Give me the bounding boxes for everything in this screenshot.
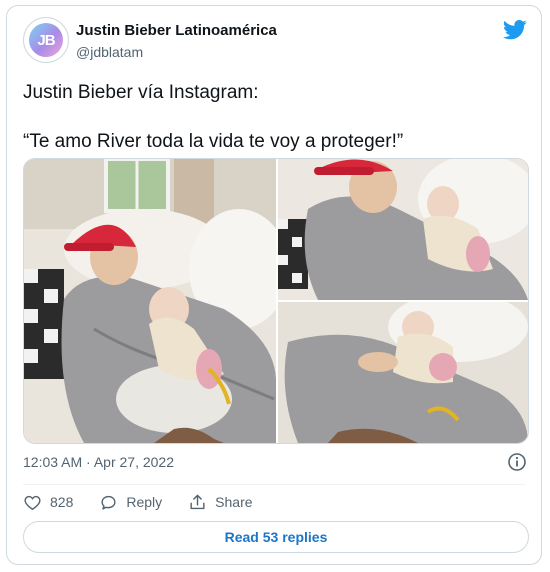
like-count: 828 [50, 494, 74, 510]
media-grid [23, 158, 529, 444]
avatar-logo: JB [29, 23, 63, 57]
info-icon[interactable] [507, 452, 527, 472]
reply-button[interactable]: Reply [99, 493, 162, 512]
avatar[interactable]: JB [23, 17, 69, 63]
tweet-timestamp[interactable]: 12:03 AM · Apr 27, 2022 [23, 454, 174, 470]
reply-label: Reply [126, 494, 163, 510]
author-handle[interactable]: @jdblatam [76, 44, 143, 60]
read-replies-button[interactable]: Read 53 replies [23, 521, 529, 553]
photo-main[interactable] [24, 159, 276, 443]
tweet-text-line-2: “Te amo River toda la vida te voy a prot… [23, 131, 404, 152]
divider [23, 484, 525, 485]
photo-bottom-right[interactable] [278, 302, 528, 443]
heart-icon [24, 495, 41, 510]
share-label: Share [215, 494, 253, 510]
reply-bubble-icon [101, 495, 116, 510]
author-display-name[interactable]: Justin Bieber Latinoamérica [76, 22, 277, 39]
twitter-bird-icon[interactable] [503, 20, 527, 40]
tweet-card: JB Justin Bieber Latinoamérica @jdblatam… [6, 5, 542, 565]
share-button[interactable]: Share [188, 493, 253, 512]
action-bar: 828 Reply Share [23, 490, 279, 514]
share-icon [190, 494, 205, 509]
tweet-text-line-1: Justin Bieber vía Instagram: [23, 82, 259, 103]
like-button[interactable]: 828 [23, 493, 73, 512]
photo-top-right[interactable] [278, 159, 528, 300]
